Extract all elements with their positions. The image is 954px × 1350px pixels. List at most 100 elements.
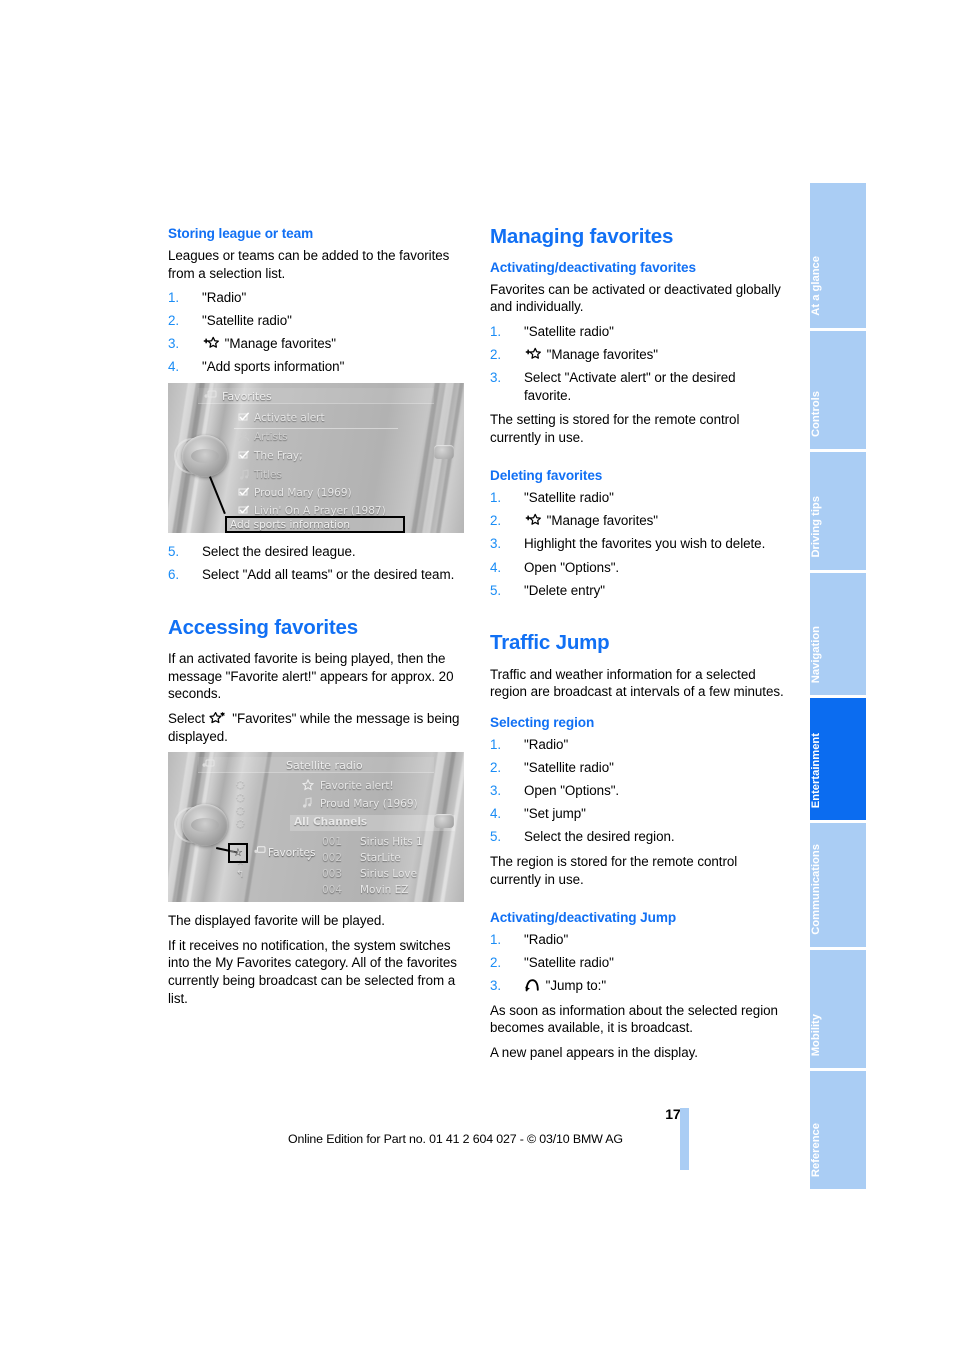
step-text: "Set jump" (524, 806, 586, 822)
step-number: 4. (168, 359, 180, 375)
list-item: 5. "Delete entry" (490, 582, 786, 600)
tab-entertainment[interactable]: Entertainment (810, 698, 866, 820)
tab-reference[interactable]: Reference (810, 1071, 866, 1189)
note-icon (302, 797, 313, 808)
idrive-display-icon (254, 846, 266, 856)
tab-label: Controls (810, 391, 822, 437)
list-item: 4. Open "Options". (490, 559, 786, 577)
jump-arc-icon (524, 978, 540, 992)
tab-label: Communications (810, 844, 822, 935)
figure-title: Satellite radio (286, 759, 363, 773)
star-icon (302, 779, 314, 791)
list-item: 1. "Satellite radio" (490, 323, 786, 341)
selecting-region-note-text: The region is stored for the remote cont… (490, 853, 738, 887)
note-icon (239, 469, 250, 480)
section-tab-rail: At a glance Controls Driving tips Naviga… (810, 183, 866, 1189)
step-number: 2. (490, 346, 502, 362)
step-number: 4. (490, 806, 502, 822)
list-item: 1. "Radio" (490, 736, 786, 754)
step-text: "Manage favorites" (546, 513, 658, 529)
tab-navigation[interactable]: Navigation (810, 573, 866, 695)
list-item: 3. "Manage favorites" (168, 335, 464, 353)
deleting-steps-list: 1. "Satellite radio" 2. "Manage favorite… (490, 489, 786, 599)
list-item: 4. "Add sports information" (168, 358, 464, 376)
step-text: "Manage favorites" (546, 346, 658, 362)
step-text: Select "Add all teams" or the desired te… (202, 567, 455, 583)
left-column: Storing league or team Leagues or teams … (168, 226, 464, 1069)
figure-section-header: All Channels (294, 816, 368, 829)
closing-paragraph-2: If it receives no notification, the syst… (168, 937, 457, 1006)
list-item: 2. "Manage favorites" (490, 512, 786, 530)
activating-jump-note-1: As soon as information about the selecte… (490, 1002, 778, 1036)
figure-row-label: Activate alert (254, 412, 325, 425)
accessing-paragraph-1: If an activated favorite is being played… (168, 651, 454, 702)
back-arrow-icon: ↰ (236, 869, 245, 881)
list-item: 2. "Satellite radio" (490, 759, 786, 777)
activating-intro-text: Favorites can be activated or deactivate… (490, 281, 781, 315)
back-button-icon (434, 814, 454, 829)
tab-label: Entertainment (810, 732, 822, 808)
step-number: 5. (490, 582, 502, 598)
step-text: "Satellite radio" (524, 760, 614, 776)
step-text: Open "Options". (524, 783, 620, 799)
step-text: "Satellite radio" (524, 490, 614, 506)
step-number: 1. (490, 323, 502, 339)
step-text: "Jump to:" (545, 978, 607, 994)
selecting-region-steps-list: 1. "Radio" 2. "Satellite radio" 3. Open … (490, 736, 786, 846)
checkbox-checked-icon (238, 412, 250, 423)
manual-page: Storing league or team Leagues or teams … (0, 0, 954, 1350)
step-number: 5. (490, 829, 502, 845)
storing-intro-text: Leagues or teams can be added to the fav… (168, 247, 450, 281)
heading-managing-favorites: Managing favorites (490, 225, 674, 248)
step-text: "Manage favorites" (224, 336, 336, 352)
list-item: 1. "Radio" (168, 289, 464, 307)
figure-row-label: Artists (254, 431, 288, 444)
tab-controls[interactable]: Controls (810, 331, 866, 449)
tab-mobility[interactable]: Mobility (810, 950, 866, 1068)
step-number: 2. (168, 313, 180, 329)
right-column: Managing favorites Activating/deactivati… (490, 225, 786, 1069)
step-number: 2. (490, 760, 502, 776)
figure-row-label: The Fray; (254, 450, 303, 463)
step-number: 3. (490, 536, 502, 552)
accessing-paragraph-2: Select "Favorites" while the message is … (168, 710, 464, 745)
step-number: 1. (490, 736, 502, 752)
list-item: 3. "Jump to:" (490, 977, 786, 995)
step-number: 3. (490, 369, 502, 385)
step-text: "Satellite radio" (524, 323, 614, 339)
heading-storing-league-or-team: Storing league or team (168, 226, 314, 241)
step-number: 6. (168, 567, 180, 583)
back-button-icon (434, 445, 454, 460)
step-text: Select "Activate alert" or the desired f… (524, 369, 736, 403)
activating-note-text: The setting is stored for the remote con… (490, 412, 740, 445)
activating-jump-note-2: A new panel appears in the display. (490, 1045, 698, 1061)
heading-activating-deactivating-jump: Activating/deactivating Jump (490, 910, 677, 926)
idrive-display-icon (204, 390, 217, 401)
channel-name: Movin EZ (360, 884, 409, 897)
idrive-controller-icon (182, 804, 228, 847)
figure-tooltip-label: Favorites (268, 847, 316, 860)
idrive-display-icon (202, 759, 215, 770)
channel-number: 002 (322, 852, 343, 865)
list-item: 2. "Manage favorites" (490, 346, 786, 364)
channel-number: 004 (322, 884, 343, 897)
step-text: "Radio" (202, 290, 247, 306)
channel-number: 003 (322, 868, 343, 881)
tab-label: Mobility (810, 1013, 822, 1056)
step-number: 5. (168, 544, 180, 560)
tab-communications[interactable]: Communications (810, 823, 866, 947)
step-number: 3. (490, 978, 502, 994)
edition-notice: Online Edition for Part no. 01 41 2 604 … (288, 1132, 623, 1146)
figure-row-label: Titles (254, 469, 282, 482)
list-item: 1. "Satellite radio" (490, 489, 786, 507)
tab-at-a-glance[interactable]: At a glance (810, 183, 866, 328)
step-text: "Delete entry" (524, 582, 606, 598)
closing-paragraph-1: The displayed favorite will be played. (168, 913, 385, 929)
accessing-select-word: Select (168, 711, 205, 727)
tab-driving-tips[interactable]: Driving tips (810, 452, 866, 570)
figure-icon-strip: ◌ ◌ ◌ ◌ (236, 778, 245, 830)
checkbox-checked-icon (238, 505, 250, 516)
step-number: 2. (490, 955, 502, 971)
list-item: 2. "Satellite radio" (490, 954, 786, 972)
storing-steps-continued: 5. Select the desired league. 6. Select … (168, 543, 464, 584)
